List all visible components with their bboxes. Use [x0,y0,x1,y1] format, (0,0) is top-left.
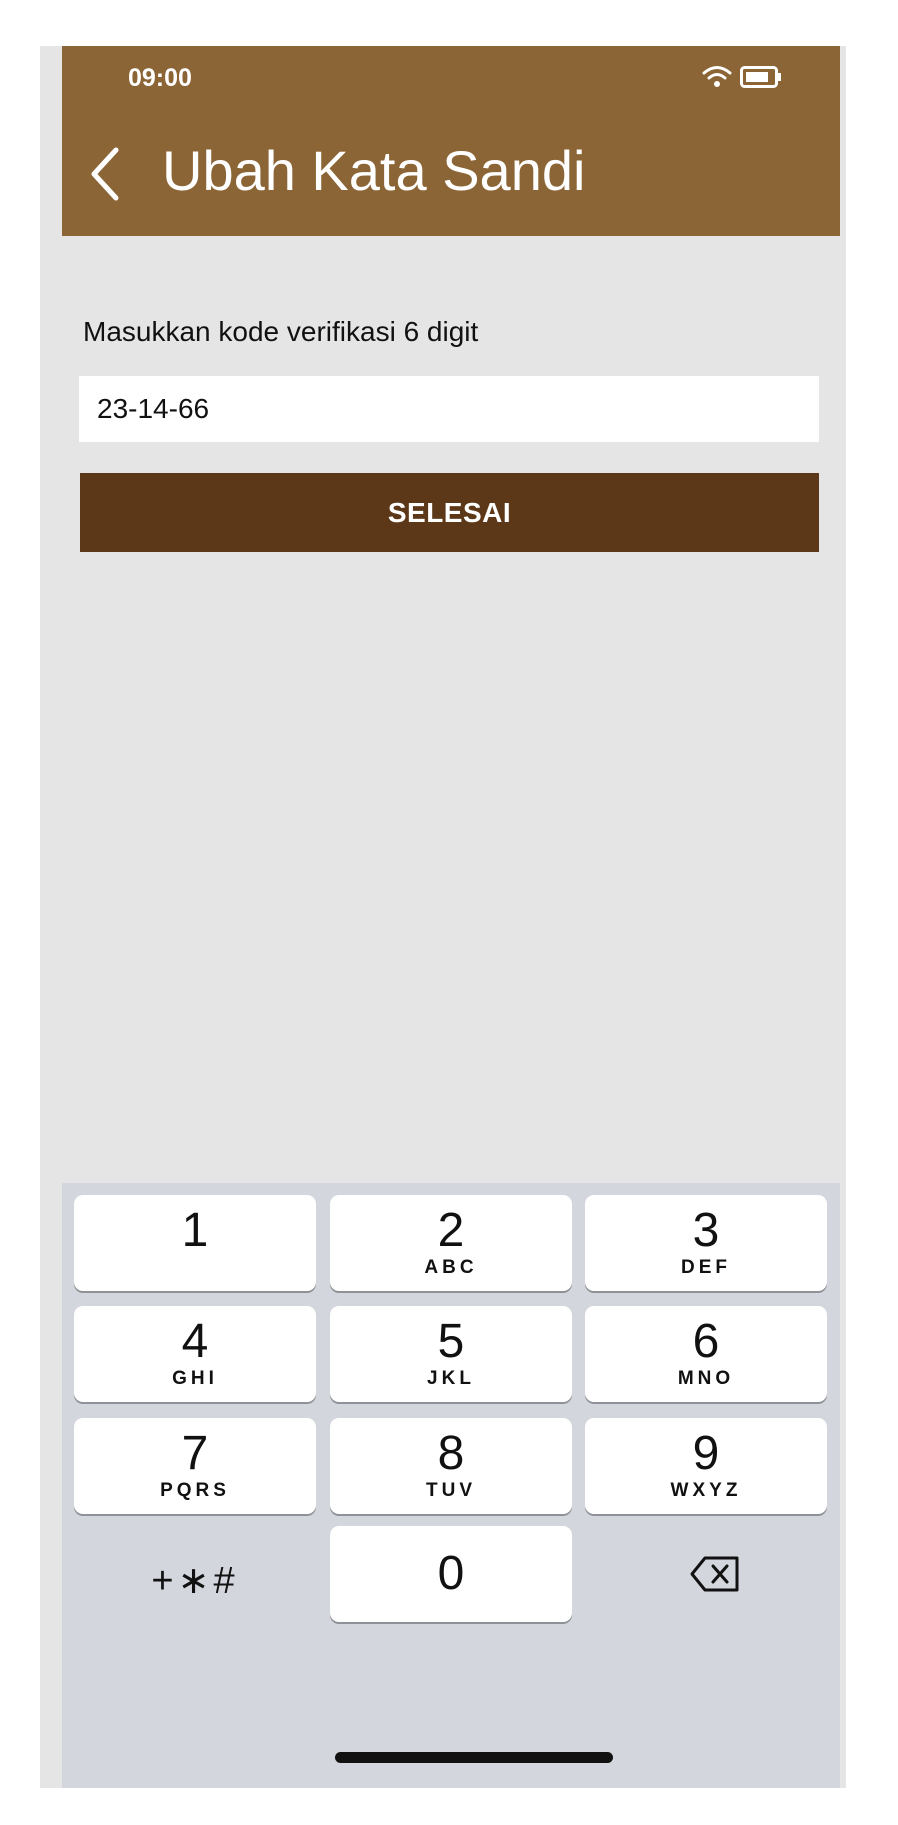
done-button[interactable]: SELESAI [80,473,819,552]
key-letters: WXYZ [670,1480,742,1501]
key-letters: DEF [681,1257,731,1278]
key-digit: 0 [437,1547,465,1600]
home-indicator [335,1752,613,1763]
key-7[interactable]: 7 PQRS [74,1418,316,1514]
battery-icon [740,66,781,88]
key-digit: 2 [437,1204,465,1257]
key-1[interactable]: 1 [74,1195,316,1291]
key-digit: 8 [437,1427,465,1480]
phone-screen: 09:00 Ubah Kata Sandi Masukkan kode veri… [40,46,846,1788]
status-time: 09:00 [128,64,192,92]
key-2[interactable]: 2 ABC [330,1195,572,1291]
key-digit: 4 [181,1315,209,1368]
key-3[interactable]: 3 DEF [585,1195,827,1291]
key-5[interactable]: 5 JKL [330,1306,572,1402]
verification-code-input[interactable]: 23-14-66 [79,376,819,442]
key-letters: MNO [677,1368,735,1389]
key-4[interactable]: 4 GHI [74,1306,316,1402]
key-letters: GHI [172,1368,218,1389]
key-digit: 3 [692,1204,720,1257]
key-letters: JKL [427,1368,475,1389]
key-6[interactable]: 6 MNO [585,1306,827,1402]
key-digit: 7 [181,1427,209,1480]
key-letters: ABC [424,1257,478,1278]
key-digit: 6 [692,1315,720,1368]
key-letters: TUV [426,1480,476,1501]
backspace-icon[interactable] [689,1555,741,1593]
chevron-left-icon[interactable] [84,144,128,204]
key-8[interactable]: 8 TUV [330,1418,572,1514]
key-digit: 5 [437,1315,465,1368]
key-0[interactable]: 0 [330,1526,572,1622]
key-9[interactable]: 9 WXYZ [585,1418,827,1514]
key-digit: 1 [181,1204,209,1257]
verification-label: Masukkan kode verifikasi 6 digit [83,316,479,347]
key-letters: PQRS [160,1480,230,1501]
wifi-icon [702,66,732,87]
numeric-keypad: 1 2 ABC 3 DEF 4 GHI 5 JKL 6 MNO 7 PQRS 8 [62,1183,840,1788]
header-bar: 09:00 Ubah Kata Sandi [62,46,840,236]
symbols-key[interactable]: +∗# [74,1533,316,1629]
key-digit: 9 [692,1427,720,1480]
page-title: Ubah Kata Sandi [162,139,586,202]
